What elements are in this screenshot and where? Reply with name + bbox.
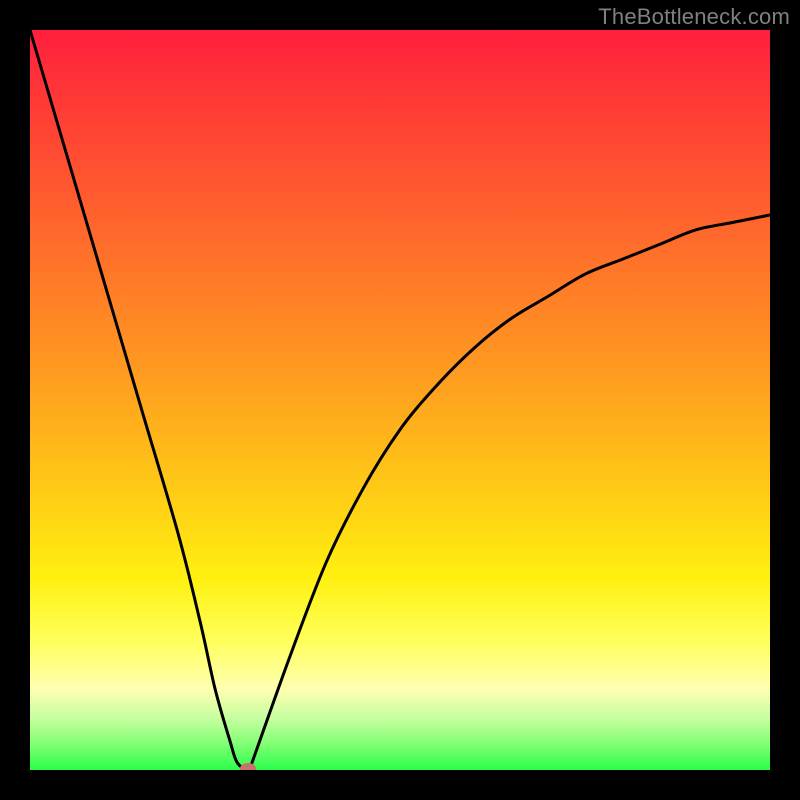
curve-path <box>30 30 770 770</box>
watermark-text: TheBottleneck.com <box>598 4 790 30</box>
chart-frame: TheBottleneck.com <box>0 0 800 800</box>
optimal-marker-icon <box>240 763 256 770</box>
plot-area <box>30 30 770 770</box>
bottleneck-curve <box>30 30 770 770</box>
